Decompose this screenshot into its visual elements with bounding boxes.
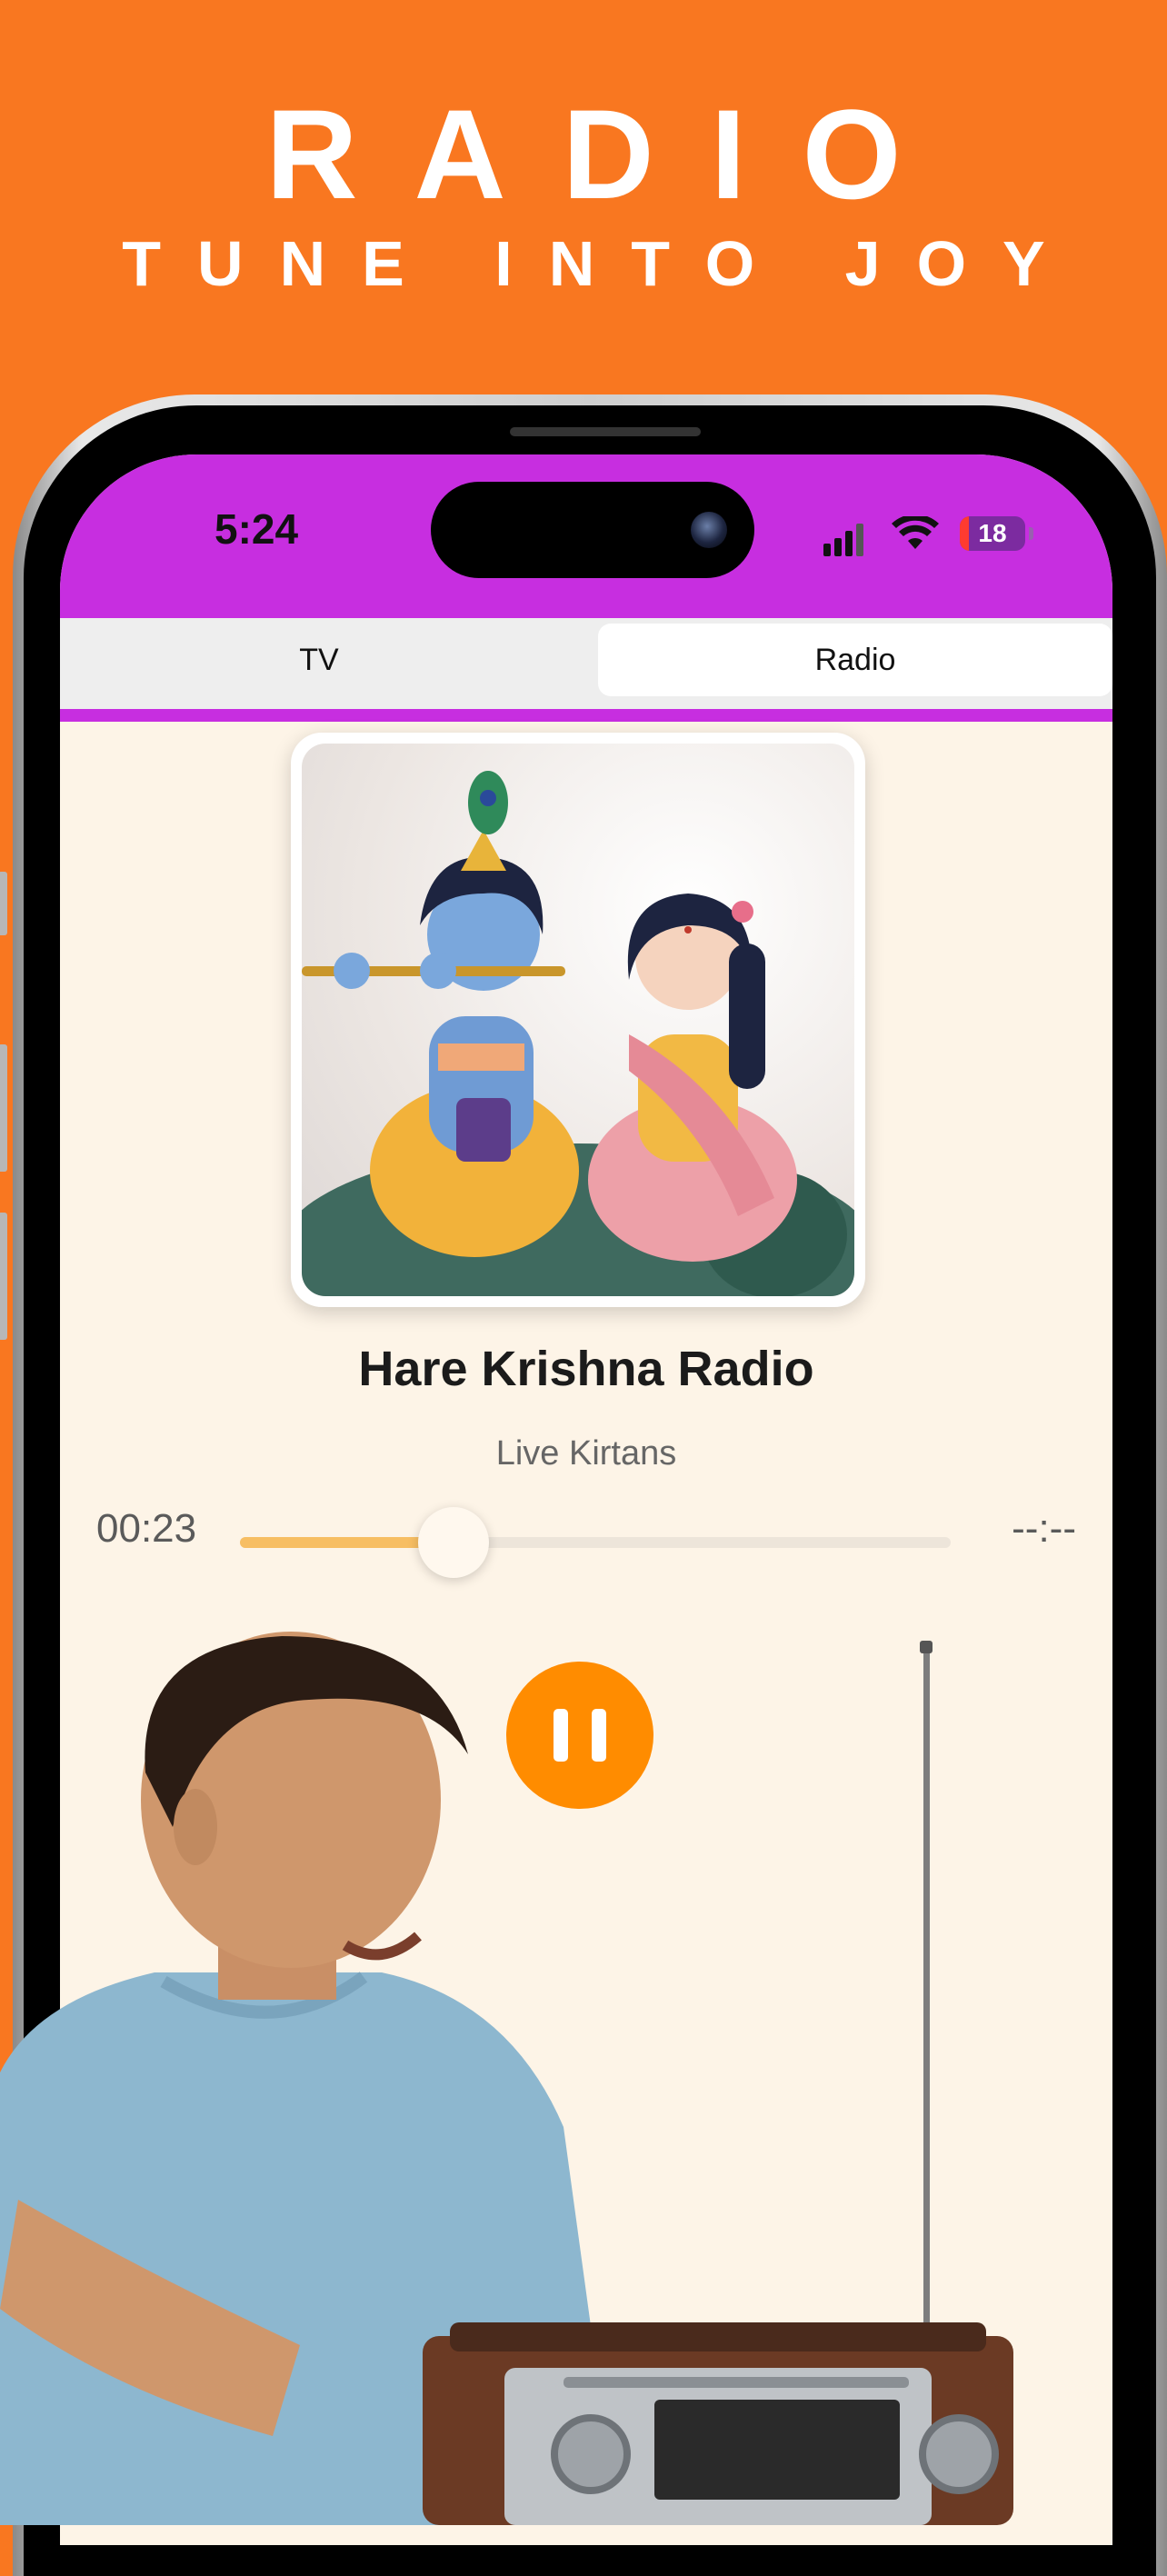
boy-with-radio-photo [0, 1632, 1013, 2525]
battery-icon: 18 [960, 516, 1025, 551]
banner-headline: RADIO [265, 83, 958, 225]
dynamic-island [431, 482, 754, 578]
tab-underline [60, 709, 1112, 722]
status-bar: 5:24 18 [60, 454, 1112, 618]
station-title: Hare Krishna Radio [358, 1342, 814, 1396]
volume-up-button [0, 1044, 7, 1172]
segmented-control: TV Radio [60, 618, 1112, 709]
remaining-time: --:-- [1012, 1506, 1076, 1551]
mute-switch [0, 872, 7, 935]
tab-tv[interactable]: TV [60, 624, 578, 696]
wifi-icon [892, 516, 939, 549]
krishna-radha-illustration [302, 771, 854, 1296]
volume-down-button [0, 1213, 7, 1340]
album-art [291, 733, 865, 1307]
album-art-illustration [302, 744, 854, 1296]
banner-tagline: TUNE INTO JOY [122, 228, 1082, 299]
front-camera [691, 512, 727, 548]
battery-level: 18 [978, 519, 1007, 547]
progress-thumb[interactable] [417, 1507, 489, 1578]
progress-slider[interactable] [240, 1507, 951, 1578]
tab-radio[interactable]: Radio [598, 624, 1112, 696]
battery-tip [1029, 527, 1033, 540]
elapsed-time: 00:23 [96, 1506, 197, 1551]
status-time: 5:24 [214, 505, 299, 553]
station-subtitle: Live Kirtans [495, 1434, 677, 1473]
earpiece-speaker [510, 427, 701, 436]
